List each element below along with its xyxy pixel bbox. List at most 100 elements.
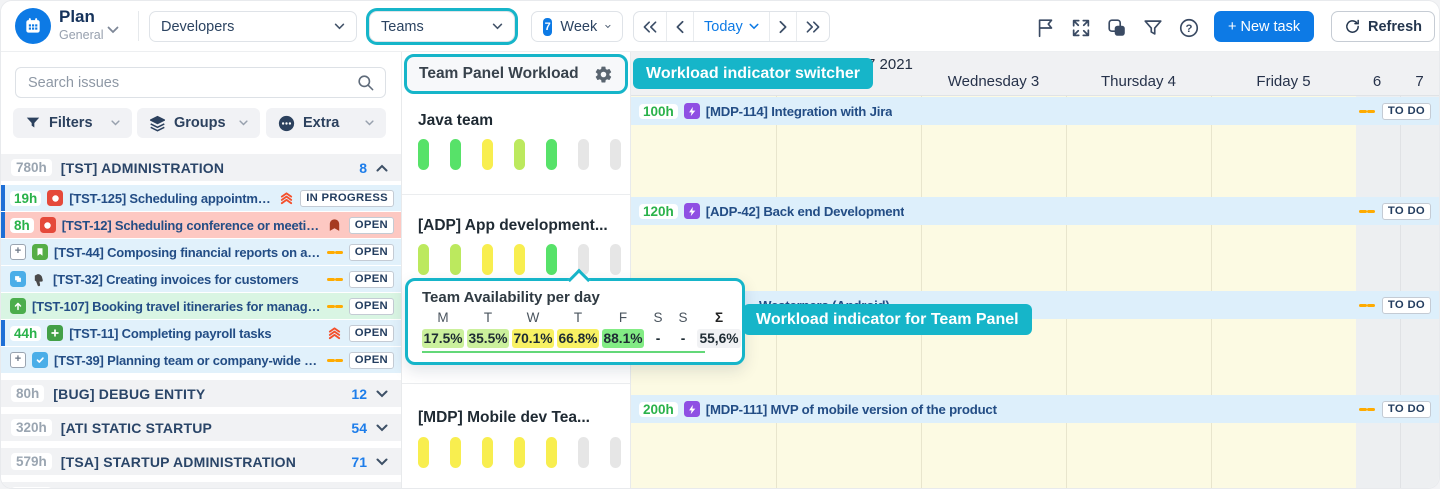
issue-row-tst-39[interactable]: + [TST-39] Planning team or company-wide… xyxy=(1,347,401,373)
plan-chevron-down-icon[interactable] xyxy=(107,21,119,39)
priority-medium-icon xyxy=(1359,297,1375,313)
week-number-badge-icon: 7 xyxy=(543,18,552,36)
chevron-down-icon xyxy=(492,23,503,30)
team-name-mdp[interactable]: [MDP] Mobile dev Tea... xyxy=(418,409,590,427)
filter-icon[interactable] xyxy=(1142,17,1164,39)
chevron-down-icon xyxy=(334,23,345,30)
workload-bar-yellow xyxy=(546,437,557,468)
search-icon[interactable] xyxy=(356,73,375,92)
plan-subtitle: General xyxy=(59,28,103,42)
team-name-java[interactable]: Java team xyxy=(418,112,493,130)
resource-dropdown[interactable]: Developers xyxy=(149,11,357,42)
next-button[interactable] xyxy=(769,12,796,41)
group-title: [TST] ADMINISTRATION xyxy=(61,160,350,176)
issue-summary: [TST-39] Planning team or company-wide m… xyxy=(54,353,321,368)
priority-highest-icon xyxy=(327,325,343,341)
search-box xyxy=(15,67,386,98)
plan-logo[interactable] xyxy=(15,8,51,44)
workload-bar-gray xyxy=(610,244,621,275)
chevron-down-icon xyxy=(605,23,611,30)
group-header-tsa-startup-administration[interactable]: 579h [TSA] STARTUP ADMINISTRATION 71 xyxy=(1,448,401,475)
expand-button[interactable]: + xyxy=(10,352,26,368)
workload-bar-green xyxy=(418,139,429,170)
status-badge: TO DO xyxy=(1382,401,1431,418)
prev-button[interactable] xyxy=(666,12,693,41)
group-header-tst-long-name[interactable]: 430h [TST] LONG NAME STARTUP ADMINIST...… xyxy=(1,482,401,489)
workload-bar-gray xyxy=(578,437,589,468)
groups-button[interactable]: Groups xyxy=(137,108,260,138)
issue-row-tst-32[interactable]: [TST-32] Creating invoices for customers… xyxy=(1,266,401,292)
epic-type-icon xyxy=(684,203,700,219)
filters-button[interactable]: Filters xyxy=(13,108,132,138)
flag-icon[interactable] xyxy=(1035,17,1057,39)
workload-bar-yellow xyxy=(514,437,525,468)
availability-value: 55,6% xyxy=(697,329,741,348)
fullscreen-icon[interactable] xyxy=(1070,17,1092,39)
jump-forward-button[interactable] xyxy=(796,12,829,41)
double-chevron-left-icon xyxy=(642,20,658,34)
issue-row-tst-11[interactable]: 44h [TST-11] Completing payroll tasks OP… xyxy=(1,320,401,346)
today-button[interactable]: Today xyxy=(693,12,769,41)
team-name-adp[interactable]: [ADP] App development... xyxy=(418,217,608,235)
availability-title: Team Availability per day xyxy=(422,289,734,306)
team-separator xyxy=(402,194,630,195)
calendar-grid[interactable]: 100h [MDP-114] Integration with Jira TO … xyxy=(631,96,1439,488)
workload-bars-mdp[interactable] xyxy=(418,437,621,468)
workload-bar-green xyxy=(546,139,557,170)
availability-value: 66.8% xyxy=(557,329,599,348)
chevron-down-icon[interactable] xyxy=(376,424,388,432)
availability-value-row: 17.5%35.5%70.1%66.8%88.1%--55,6% xyxy=(422,329,734,348)
help-icon[interactable]: ? xyxy=(1178,17,1200,39)
refresh-icon xyxy=(1344,18,1361,35)
task-bar-mdp-111[interactable]: 200h [MDP-111] MVP of mobile version of … xyxy=(631,395,1439,423)
status-badge: IN PROGRESS xyxy=(300,190,394,207)
chevron-down-icon xyxy=(749,23,759,30)
task-hours: 120h xyxy=(639,204,678,219)
new-task-button[interactable]: + New task xyxy=(1214,11,1314,42)
issue-row-tst-107[interactable]: [TST-107] Booking travel itineraries for… xyxy=(1,293,401,319)
workload-bars-java[interactable] xyxy=(418,139,621,170)
date-navigation: Today xyxy=(633,11,830,42)
status-badge: OPEN xyxy=(349,352,394,369)
chevron-down-icon[interactable] xyxy=(376,458,388,466)
filters-label: Filters xyxy=(49,115,103,131)
copy-icon[interactable] xyxy=(1106,17,1128,39)
task-bar-mdp-114[interactable]: 100h [MDP-114] Integration with Jira TO … xyxy=(631,97,1439,125)
workload-bars-adp[interactable] xyxy=(418,244,621,275)
availability-value: 70.1% xyxy=(512,329,554,348)
issue-row-tst-12[interactable]: 8h [TST-12] Scheduling conference or mee… xyxy=(1,212,401,238)
team-panel-workload-header[interactable]: Team Panel Workload xyxy=(404,54,628,94)
group-header-bug-debug-entity[interactable]: 80h [BUG] DEBUG ENTITY 12 xyxy=(1,380,401,407)
workload-bar-green xyxy=(546,244,557,275)
priority-critical-icon xyxy=(327,217,343,233)
extra-button[interactable]: Extra xyxy=(266,108,386,138)
panel-mode-dropdown[interactable]: Teams xyxy=(369,11,515,42)
search-input[interactable] xyxy=(26,74,356,92)
period-dropdown[interactable]: 7 Week xyxy=(531,11,623,42)
day-header-sunday: 7 xyxy=(1398,73,1440,91)
issue-row-tst-44[interactable]: + [TST-44] Composing financial reports o… xyxy=(1,239,401,265)
expand-button[interactable]: + xyxy=(10,244,26,260)
priority-medium-icon xyxy=(327,298,343,314)
period-dropdown-value: Week xyxy=(560,19,597,35)
availability-day-label: T xyxy=(467,310,509,325)
jump-back-button[interactable] xyxy=(634,12,666,41)
task-bar-adp-42[interactable]: 120h [ADP-42] Back end Development TO DO xyxy=(631,197,1439,225)
gear-icon[interactable] xyxy=(594,65,613,84)
availability-day-label: Σ xyxy=(697,310,741,325)
issue-row-tst-125[interactable]: 19h [TST-125] Scheduling appointments fo… xyxy=(1,185,401,211)
chevron-down-icon[interactable] xyxy=(376,390,388,398)
chevron-up-icon[interactable] xyxy=(376,164,388,172)
workload-bar-green xyxy=(450,139,461,170)
new-feature-type-icon xyxy=(47,325,63,341)
day-header-saturday: 6 xyxy=(1356,73,1398,91)
toolbar: Plan General Developers Teams 7 Week xyxy=(1,1,1439,52)
group-hours: 579h xyxy=(11,453,52,470)
refresh-button[interactable]: Refresh xyxy=(1331,11,1435,42)
group-header-tst-administration[interactable]: 780h [TST] ADMINISTRATION 8 xyxy=(1,154,401,181)
issue-summary: [TST-32] Creating invoices for customers xyxy=(53,272,321,287)
day-header-thursday: Thursday 4 xyxy=(1066,73,1211,91)
group-header-ati-static-startup[interactable]: 320h [ATI STATIC STARTUP 54 xyxy=(1,414,401,441)
resource-dropdown-value: Developers xyxy=(161,19,326,35)
task-summary: [MDP-111] MVP of mobile version of the p… xyxy=(706,402,997,417)
